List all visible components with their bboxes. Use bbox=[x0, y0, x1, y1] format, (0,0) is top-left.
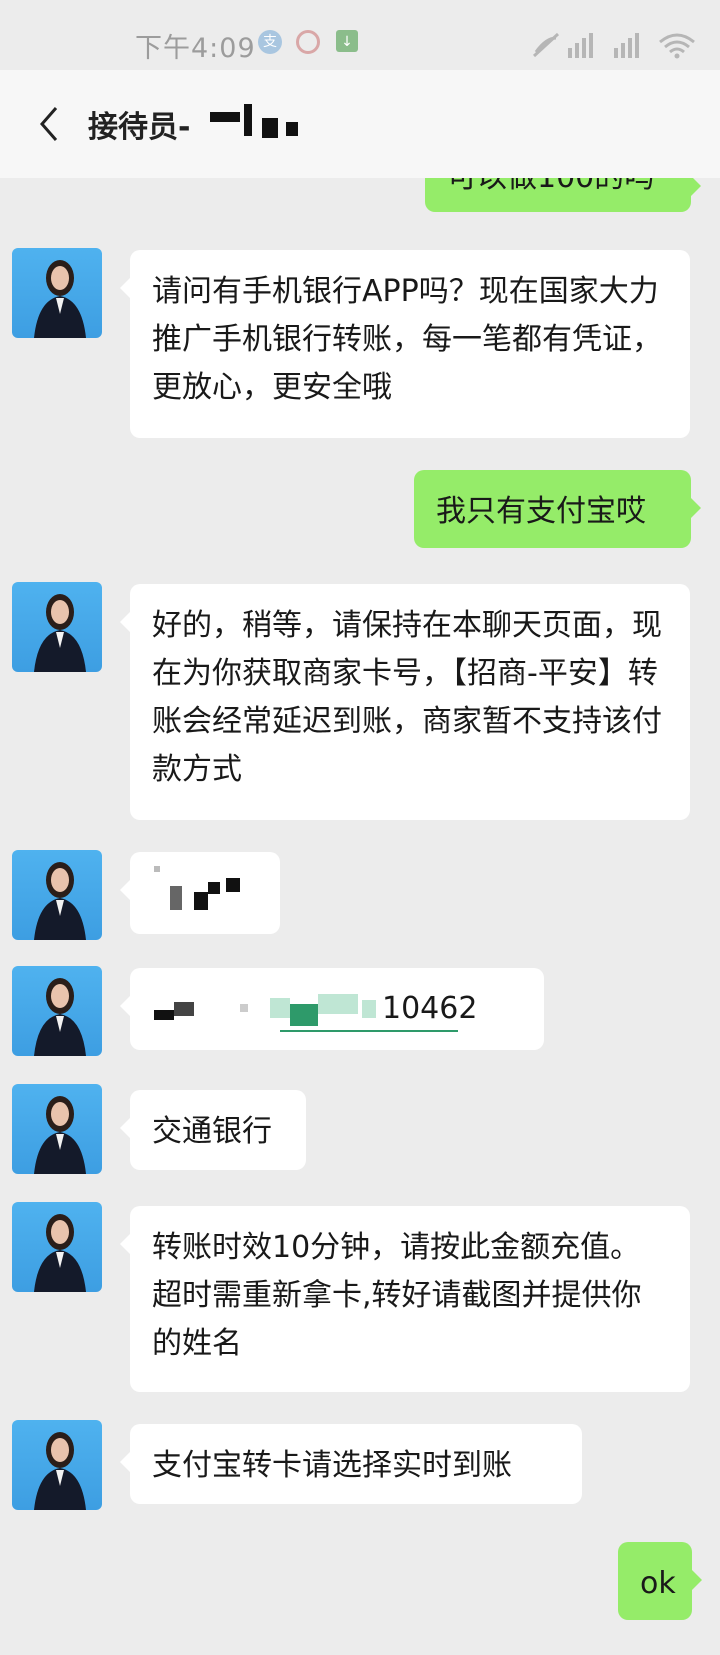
incoming-message-card-number[interactable]: 10462 bbox=[120, 968, 544, 1050]
alipay-icon: 支 bbox=[258, 30, 282, 54]
message-text: 我只有支付宝哎 bbox=[436, 494, 646, 529]
agent-avatar[interactable] bbox=[12, 1420, 102, 1510]
avatar-portrait bbox=[34, 594, 86, 672]
redaction-mark bbox=[244, 104, 252, 136]
redaction-mark bbox=[154, 1010, 174, 1020]
agent-avatar[interactable] bbox=[12, 1084, 102, 1174]
agent-avatar[interactable] bbox=[12, 966, 102, 1056]
redaction-mark bbox=[362, 1000, 376, 1018]
redaction-mark bbox=[174, 1002, 194, 1016]
redaction-mark bbox=[262, 118, 278, 138]
redaction-mark bbox=[270, 998, 290, 1018]
outgoing-message: ok bbox=[618, 1542, 702, 1620]
back-icon[interactable] bbox=[36, 104, 66, 144]
signal-wifi-icons bbox=[532, 30, 702, 60]
avatar-portrait bbox=[34, 1096, 86, 1174]
avatar-portrait bbox=[34, 1432, 86, 1510]
incoming-message-redacted bbox=[120, 852, 280, 934]
message-text: 转账时效10分钟，请按此金额充值。超时需重新拿卡,转好请截图并提供你的姓名 bbox=[152, 1230, 642, 1361]
agent-avatar[interactable] bbox=[12, 850, 102, 940]
header-overlay: 接待员- bbox=[0, 70, 720, 178]
signal-icon bbox=[532, 32, 695, 59]
incoming-message: 转账时效10分钟，请按此金额充值。超时需重新拿卡,转好请截图并提供你的姓名 bbox=[120, 1206, 690, 1392]
redaction-mark bbox=[318, 994, 358, 1014]
incoming-message: 请问有手机银行APP吗？现在国家大力推广手机银行转账，每一笔都有凭证，更放心，更… bbox=[120, 250, 690, 438]
redaction-mark bbox=[290, 1004, 318, 1026]
avatar-portrait bbox=[34, 862, 86, 940]
avatar-portrait bbox=[34, 260, 86, 338]
incoming-message: 好的，稍等，请保持在本聊天页面，现在为你获取商家卡号，【招商-平安】转账会经常延… bbox=[120, 584, 690, 820]
avatar-portrait bbox=[34, 978, 86, 1056]
redaction-mark bbox=[210, 112, 240, 122]
agent-avatar[interactable] bbox=[12, 248, 102, 338]
status-time: 下午4:09 bbox=[135, 33, 256, 64]
redaction-mark bbox=[286, 122, 298, 136]
message-text: 交通银行 bbox=[152, 1114, 272, 1149]
agent-avatar[interactable] bbox=[12, 1202, 102, 1292]
redaction-mark bbox=[208, 882, 220, 894]
avatar-portrait bbox=[34, 1214, 86, 1292]
message-text: 好的，稍等，请保持在本聊天页面，现在为你获取商家卡号，【招商-平安】转账会经常延… bbox=[152, 608, 662, 787]
message-text: ok bbox=[640, 1566, 676, 1601]
incoming-message: 支付宝转卡请选择实时到账 bbox=[120, 1424, 582, 1504]
outgoing-message: 我只有支付宝哎 bbox=[414, 470, 701, 548]
redaction-mark bbox=[226, 878, 240, 892]
agent-avatar[interactable] bbox=[12, 582, 102, 672]
redaction-mark bbox=[240, 1004, 248, 1012]
chat-title: 接待员- bbox=[88, 110, 191, 145]
message-text: 请问有手机银行APP吗？现在国家大力推广手机银行转账，每一笔都有凭证，更放心，更… bbox=[152, 274, 662, 405]
status-bar: 下午4:09 支 ↓ bbox=[0, 0, 720, 70]
download-icon: ↓ bbox=[336, 30, 358, 52]
redaction-mark bbox=[194, 892, 208, 910]
app-notification-icon bbox=[296, 30, 320, 54]
redaction-mark bbox=[154, 866, 160, 872]
card-number-visible: 10462 bbox=[382, 991, 478, 1026]
message-text: 支付宝转卡请选择实时到账 bbox=[152, 1448, 512, 1483]
incoming-message: 交通银行 bbox=[120, 1090, 306, 1170]
redaction-mark bbox=[170, 886, 182, 910]
link-underline bbox=[280, 1030, 458, 1032]
